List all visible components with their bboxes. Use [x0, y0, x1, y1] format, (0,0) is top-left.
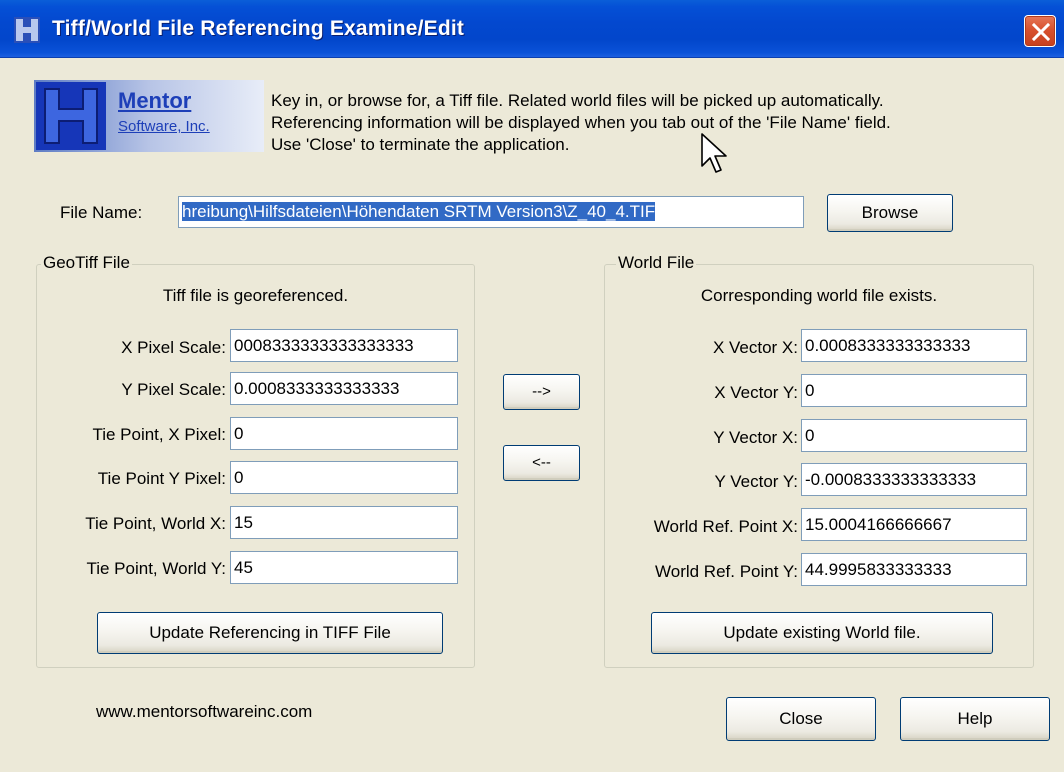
- copy-to-world-button[interactable]: -->: [503, 374, 580, 410]
- tie-point-x-pixel-label: Tie Point, X Pixel:: [92, 425, 226, 444]
- file-name-label: File Name:: [60, 203, 143, 222]
- close-icon: [1031, 22, 1051, 42]
- world-file-group-title: World File: [616, 253, 697, 273]
- tie-point-y-pixel-input[interactable]: 0: [230, 461, 458, 494]
- y-vector-y-label: Y Vector Y:: [714, 472, 799, 491]
- website-link[interactable]: www.mentorsoftwareinc.com: [96, 702, 312, 722]
- instructions-line-3: Use 'Close' to terminate the application…: [271, 135, 570, 154]
- mouse-pointer-icon: [701, 133, 727, 173]
- world-ref-point-x-label: World Ref. Point X:: [653, 517, 798, 536]
- x-pixel-scale-label: X Pixel Scale:: [121, 338, 226, 357]
- world-ref-point-x-input[interactable]: 15.0004166666667: [801, 508, 1027, 541]
- y-pixel-scale-input[interactable]: 0.0008333333333333: [230, 372, 458, 405]
- update-world-file-button[interactable]: Update existing World file.: [651, 612, 993, 654]
- instructions-line-1: Key in, or browse for, a Tiff file. Rela…: [271, 91, 884, 110]
- x-pixel-scale-input[interactable]: 0008333333333333333: [230, 329, 458, 362]
- world-ref-point-y-label: World Ref. Point Y:: [655, 562, 798, 581]
- geotiff-status: Tiff file is georeferenced.: [162, 286, 349, 305]
- title-bar[interactable]: Tiff/World File Referencing Examine/Edit: [0, 0, 1064, 58]
- browse-button[interactable]: Browse: [827, 194, 953, 232]
- y-vector-x-label: Y Vector X:: [713, 428, 798, 447]
- world-file-status: Corresponding world file exists.: [700, 286, 938, 305]
- logo-subtitle: Software, Inc.: [118, 118, 210, 135]
- mentor-logo-icon: [36, 82, 106, 150]
- tie-point-world-x-input[interactable]: 15: [230, 506, 458, 539]
- window-title: Tiff/World File Referencing Examine/Edit: [52, 17, 465, 40]
- tie-point-y-pixel-label: Tie Point Y Pixel:: [97, 469, 226, 488]
- y-vector-x-input[interactable]: 0: [801, 419, 1027, 452]
- file-name-value: hreibung\Hilfsdateien\Höhendaten SRTM Ve…: [182, 202, 656, 221]
- y-vector-y-input[interactable]: -0.0008333333333333: [801, 463, 1027, 496]
- update-tiff-button[interactable]: Update Referencing in TIFF File: [97, 612, 443, 654]
- tie-point-world-y-label: Tie Point, World Y:: [86, 559, 226, 578]
- logo-name: Mentor: [118, 88, 192, 113]
- tie-point-world-x-label: Tie Point, World X:: [85, 514, 226, 533]
- close-window-button[interactable]: [1024, 15, 1056, 47]
- x-vector-x-input[interactable]: 0.0008333333333333: [801, 329, 1027, 362]
- mentor-logo: Mentor Software, Inc.: [34, 80, 264, 152]
- x-vector-x-label: X Vector X:: [712, 338, 798, 357]
- x-vector-y-label: X Vector Y:: [714, 383, 798, 402]
- tie-point-world-y-input[interactable]: 45: [230, 551, 458, 584]
- y-pixel-scale-label: Y Pixel Scale:: [121, 380, 226, 399]
- world-ref-point-y-input[interactable]: 44.9995833333333: [801, 553, 1027, 586]
- close-button[interactable]: Close: [726, 697, 876, 741]
- file-name-input[interactable]: hreibung\Hilfsdateien\Höhendaten SRTM Ve…: [178, 196, 804, 228]
- x-vector-y-input[interactable]: 0: [801, 374, 1027, 407]
- copy-to-tiff-button[interactable]: <--: [503, 445, 580, 481]
- instructions-line-2: Referencing information will be displaye…: [271, 113, 891, 132]
- app-icon: [14, 17, 40, 43]
- tie-point-x-pixel-input[interactable]: 0: [230, 417, 458, 450]
- geotiff-group-title: GeoTiff File: [41, 253, 132, 273]
- help-button[interactable]: Help: [900, 697, 1050, 741]
